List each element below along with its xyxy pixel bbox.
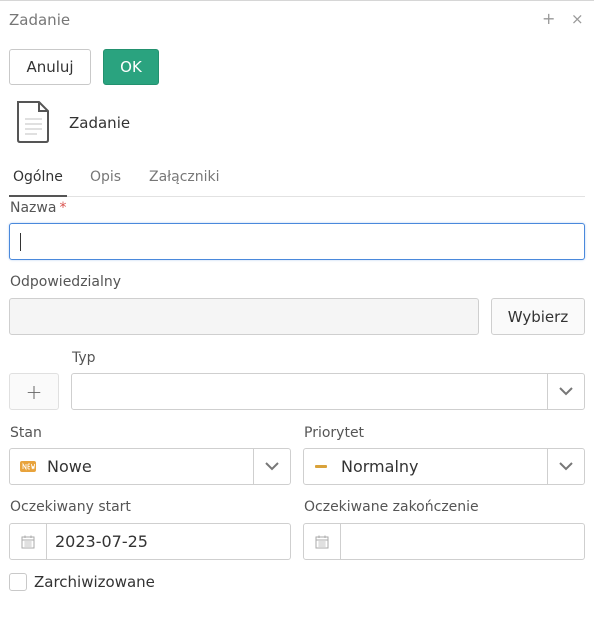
tab-ogolne[interactable]: Ogólne: [13, 169, 63, 185]
stan-label: Stan: [10, 425, 42, 441]
maximize-icon[interactable]: +: [542, 10, 555, 28]
oczekiwany-start-value: 2023-07-25: [55, 532, 148, 551]
stan-dropdown-toggle[interactable]: [253, 449, 290, 484]
odpowiedzialny-label: Odpowiedzialny: [10, 274, 122, 290]
nazwa-input[interactable]: [9, 223, 585, 260]
chevron-down-icon: [559, 462, 573, 471]
chevron-down-icon: [559, 387, 573, 396]
cancel-button[interactable]: Anuluj: [9, 49, 91, 85]
zarchiwizowane-label[interactable]: Zarchiwizowane: [34, 573, 155, 591]
typ-dropdown-toggle[interactable]: [547, 374, 584, 409]
tab-bar: Ogólne Opis Załączniki: [9, 164, 585, 197]
priorytet-value: Normalny: [341, 457, 419, 476]
wybierz-button[interactable]: Wybierz: [491, 298, 585, 335]
document-icon: [17, 101, 49, 143]
active-tab-indicator: [9, 195, 67, 197]
priorytet-label: Priorytet: [304, 425, 365, 441]
odpowiedzialny-input[interactable]: [9, 298, 479, 335]
end-calendar-button[interactable]: [304, 524, 341, 559]
priorytet-dropdown-toggle[interactable]: [547, 449, 584, 484]
stan-select[interactable]: Nowe: [9, 448, 291, 485]
oczekiwany-start-label: Oczekiwany start: [10, 499, 131, 515]
nazwa-label: Nazwa *: [10, 200, 67, 216]
add-typ-button[interactable]: +: [9, 373, 59, 410]
zarchiwizowane-checkbox[interactable]: [9, 573, 27, 591]
oczekiwane-zakonczenie-label: Oczekiwane zakończenie: [304, 499, 479, 515]
calendar-icon: [21, 535, 35, 548]
priorytet-select[interactable]: Normalny: [303, 448, 585, 485]
typ-label: Typ: [72, 350, 96, 366]
page-title: Zadanie: [69, 114, 131, 132]
close-icon[interactable]: ×: [571, 10, 584, 28]
priority-normal-icon: [315, 465, 327, 468]
window-title: Zadanie: [9, 11, 71, 29]
calendar-icon: [315, 535, 329, 548]
oczekiwane-zakonczenie-input[interactable]: [303, 523, 585, 560]
chevron-down-icon: [265, 462, 279, 471]
window-titlebar: Zadanie + ×: [0, 0, 594, 38]
oczekiwany-start-input[interactable]: 2023-07-25: [9, 523, 291, 560]
new-badge-icon: [20, 461, 36, 472]
start-calendar-button[interactable]: [10, 524, 47, 559]
required-asterisk: *: [59, 200, 67, 216]
ok-button[interactable]: OK: [103, 49, 159, 85]
stan-value: Nowe: [47, 457, 92, 476]
tab-opis[interactable]: Opis: [90, 169, 121, 185]
typ-select[interactable]: [71, 373, 585, 410]
text-caret: [20, 233, 21, 251]
tab-zalaczniki[interactable]: Załączniki: [149, 169, 220, 185]
